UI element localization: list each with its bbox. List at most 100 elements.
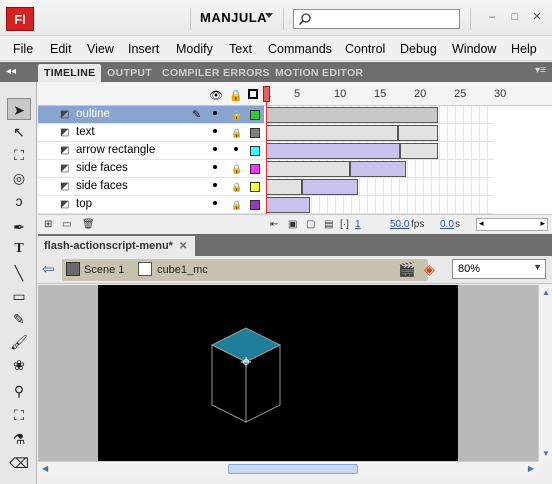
- back-arrow-icon[interactable]: ⇦: [42, 260, 55, 278]
- pencil-tool-icon[interactable]: ✎: [7, 308, 31, 330]
- current-frame[interactable]: 1: [355, 219, 361, 230]
- zoom-select[interactable]: 80% ▼: [452, 259, 546, 279]
- menu-edit[interactable]: Edit: [50, 42, 72, 56]
- onion-outline-icon[interactable]: ▢: [306, 219, 315, 230]
- frame-row[interactable]: [264, 160, 494, 178]
- stage-vertical-scrollbar[interactable]: ▲ ▼: [538, 285, 552, 461]
- deco-tool-icon[interactable]: ❀: [7, 354, 31, 376]
- visibility-dot[interactable]: [213, 147, 217, 151]
- frame-row[interactable]: [264, 124, 494, 142]
- chevron-down-icon[interactable]: [265, 13, 273, 18]
- workspace-switcher[interactable]: MANJULA: [200, 10, 267, 25]
- playhead-handle[interactable]: [263, 86, 270, 102]
- search-input[interactable]: [293, 9, 460, 29]
- delete-icon[interactable]: 🗑: [82, 219, 95, 230]
- close-icon[interactable]: ✕: [179, 241, 187, 252]
- lock-icon[interactable]: 🔒: [231, 128, 242, 139]
- tween-span[interactable]: [266, 143, 400, 159]
- layer-color-swatch[interactable]: [250, 182, 260, 192]
- frame-span[interactable]: [266, 179, 302, 195]
- tab-motion-editor[interactable]: MOTION EDITOR: [269, 64, 369, 82]
- menu-commands[interactable]: Commands: [268, 42, 332, 56]
- edit-multiple-icon[interactable]: ▤: [324, 219, 333, 230]
- frame-rate[interactable]: 50.0: [390, 219, 409, 230]
- visibility-dot[interactable]: [213, 183, 217, 187]
- lock-icon[interactable]: 🔒: [229, 89, 243, 102]
- outline-icon[interactable]: [248, 89, 258, 99]
- cube-graphic[interactable]: [98, 285, 458, 461]
- tween-span[interactable]: [266, 197, 310, 213]
- frame-row[interactable]: [264, 142, 494, 160]
- scroll-right-icon[interactable]: ▸: [540, 218, 545, 229]
- frame-span[interactable]: [266, 161, 350, 177]
- visibility-dot[interactable]: [213, 111, 217, 115]
- menu-text[interactable]: Text: [229, 42, 252, 56]
- frame-span[interactable]: [266, 125, 398, 141]
- lock-dot[interactable]: [234, 147, 238, 151]
- frame-row[interactable]: [264, 178, 494, 196]
- visibility-dot[interactable]: [213, 201, 217, 205]
- layer-color-swatch[interactable]: [250, 164, 260, 174]
- panel-menu-icon[interactable]: ▾≡: [535, 65, 546, 76]
- text-tool-icon[interactable]: T: [7, 238, 31, 260]
- frame-row[interactable]: [264, 196, 494, 214]
- tween-span[interactable]: [350, 161, 406, 177]
- document-tab[interactable]: flash-actionscript-menu* ✕: [38, 236, 196, 256]
- eye-icon[interactable]: 👁: [209, 89, 223, 102]
- layer-row[interactable]: ◩ side faces 🔒: [38, 160, 264, 178]
- edit-symbols-icon[interactable]: ◈: [424, 261, 435, 278]
- minimize-button[interactable]: –: [485, 10, 499, 24]
- onion-skin-icon[interactable]: ▣: [288, 219, 297, 230]
- layer-row[interactable]: ◩ arrow rectangle: [38, 142, 264, 160]
- tab-compiler-errors[interactable]: COMPILER ERRORS: [156, 64, 276, 82]
- menu-window[interactable]: Window: [452, 42, 496, 56]
- stage[interactable]: [98, 285, 458, 461]
- menu-view[interactable]: View: [87, 42, 114, 56]
- center-frame-icon[interactable]: ⇤: [270, 219, 278, 230]
- visibility-dot[interactable]: [213, 129, 217, 133]
- elapsed-time[interactable]: 0.0: [440, 219, 454, 230]
- pen-tool-icon[interactable]: ✒: [7, 216, 31, 238]
- breadcrumb-scene[interactable]: Scene 1: [84, 264, 124, 276]
- layer-color-swatch[interactable]: [250, 200, 260, 210]
- layer-color-swatch[interactable]: [250, 110, 260, 120]
- menu-debug[interactable]: Debug: [400, 42, 437, 56]
- layer-row[interactable]: ◩ top 🔒: [38, 196, 264, 214]
- menu-insert[interactable]: Insert: [128, 42, 159, 56]
- layer-row[interactable]: ◩ text 🔒: [38, 124, 264, 142]
- frame-grid[interactable]: [264, 106, 552, 214]
- edit-scene-icon[interactable]: 🎬: [398, 261, 415, 278]
- eraser-tool-icon[interactable]: ⌫: [7, 452, 31, 474]
- paint-bucket-tool-icon[interactable]: ⛶: [7, 404, 31, 426]
- lock-icon[interactable]: 🔒: [231, 182, 242, 193]
- maximize-button[interactable]: □: [508, 10, 522, 24]
- lock-icon[interactable]: 🔒: [231, 200, 242, 211]
- layer-color-swatch[interactable]: [250, 128, 260, 138]
- playhead[interactable]: [266, 86, 267, 214]
- menu-file[interactable]: File: [13, 42, 33, 56]
- subselection-tool-icon[interactable]: ↖: [7, 121, 31, 143]
- line-tool-icon[interactable]: ╲: [7, 262, 31, 284]
- scroll-down-icon[interactable]: ▼: [542, 449, 550, 458]
- scroll-left-icon[interactable]: ◀: [42, 464, 48, 473]
- frame-row[interactable]: [264, 106, 494, 124]
- breadcrumb-symbol[interactable]: cube1_mc: [157, 264, 208, 276]
- scroll-left-icon[interactable]: ◂: [479, 218, 484, 229]
- lock-icon[interactable]: 🔒: [231, 110, 242, 121]
- chevron-down-icon[interactable]: ▼: [533, 262, 542, 272]
- scrollbar-thumb[interactable]: [228, 464, 358, 474]
- menu-modify[interactable]: Modify: [176, 42, 213, 56]
- layer-color-swatch[interactable]: [250, 146, 260, 156]
- scroll-right-icon[interactable]: ▶: [528, 464, 534, 473]
- collapse-icon[interactable]: ◂◂: [6, 66, 16, 77]
- layer-row[interactable]: ◩ oultine ✎ 🔒: [38, 106, 264, 124]
- scroll-up-icon[interactable]: ▲: [542, 288, 550, 297]
- frame-span[interactable]: [266, 107, 438, 123]
- frame-span[interactable]: [400, 143, 438, 159]
- tab-output[interactable]: OUTPUT: [101, 64, 158, 82]
- layer-row[interactable]: ◩ side faces 🔒: [38, 178, 264, 196]
- menu-control[interactable]: Control: [345, 42, 385, 56]
- new-folder-icon[interactable]: ▭: [62, 219, 71, 230]
- timeline-hscroll[interactable]: ◂ ▸: [476, 218, 548, 231]
- close-button[interactable]: ✕: [530, 10, 544, 24]
